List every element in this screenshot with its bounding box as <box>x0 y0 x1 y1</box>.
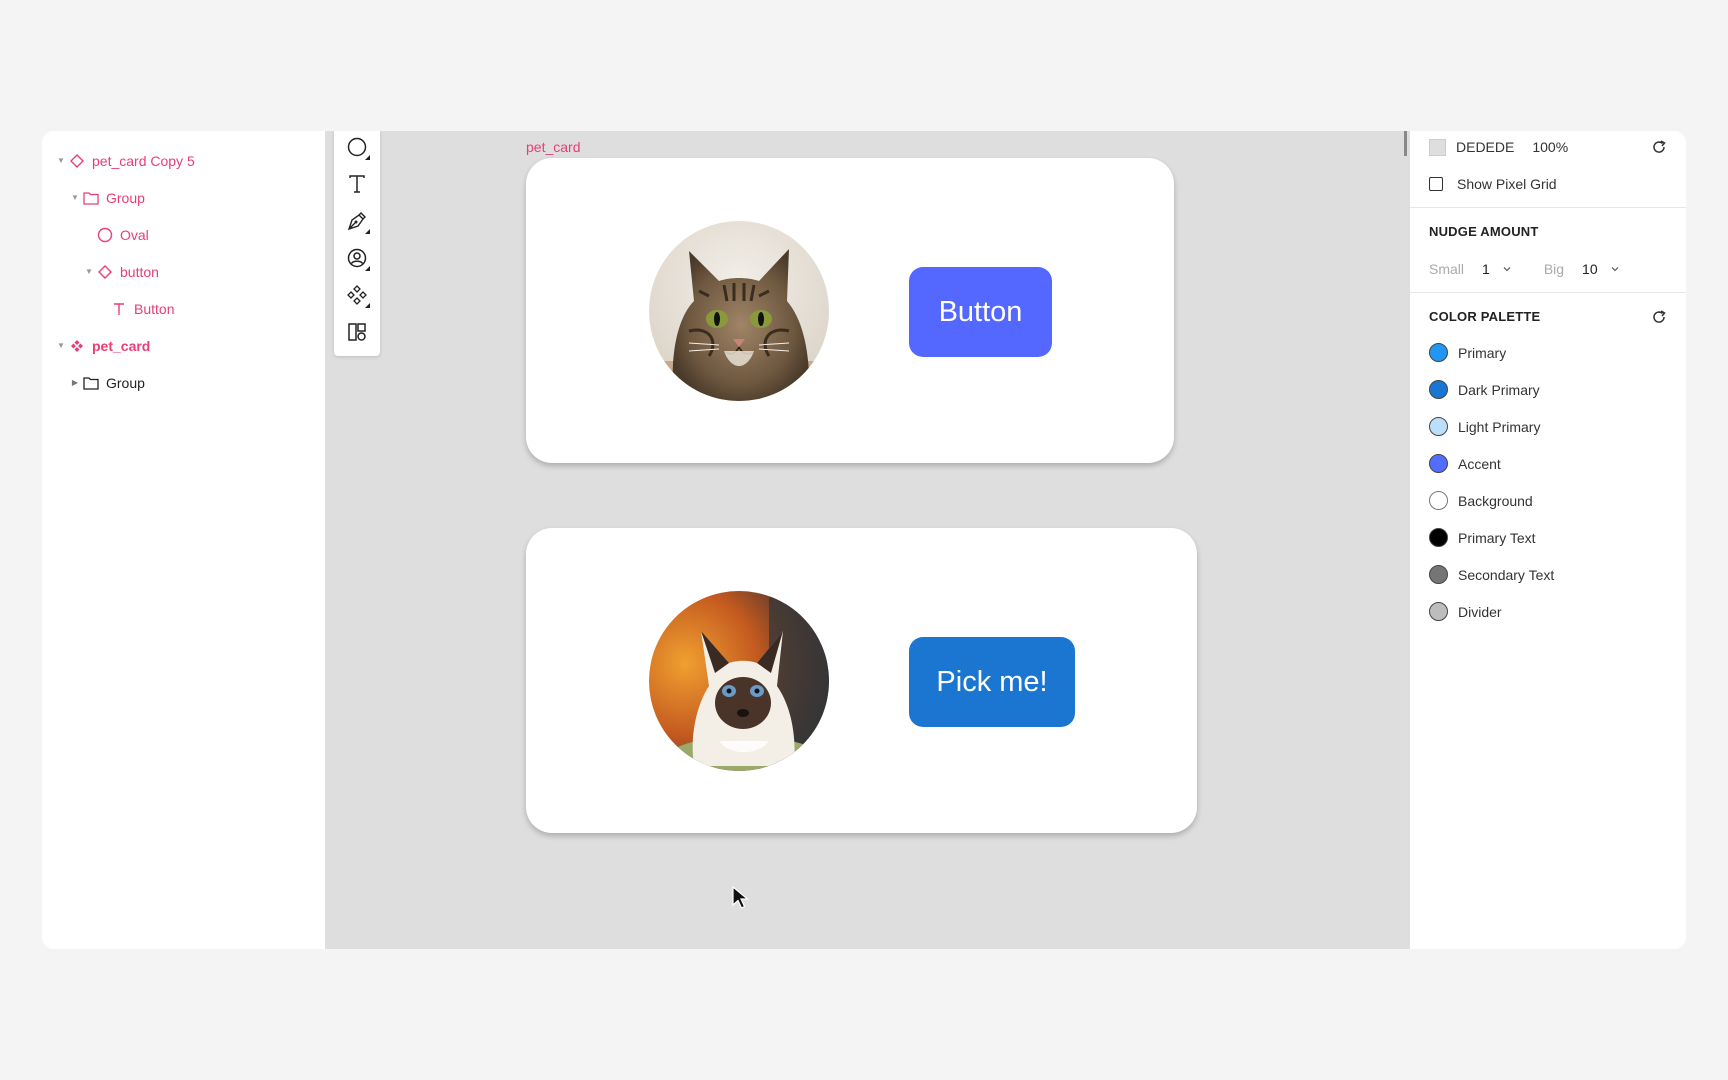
layer-label: Button <box>134 300 175 317</box>
palette-item-dark-primary[interactable]: Dark Primary <box>1429 380 1540 399</box>
layer-group[interactable]: ▼ Group <box>68 179 145 216</box>
nudge-small-label: Small <box>1429 261 1465 277</box>
component-instance-icon <box>96 263 114 281</box>
mouse-cursor-icon <box>732 886 750 909</box>
background-color-row[interactable]: DEDEDE 100% <box>1429 137 1568 157</box>
divider <box>1410 292 1686 293</box>
color-palette-title: COLOR PALETTE <box>1429 309 1541 324</box>
layer-label: Oval <box>120 226 149 243</box>
oval-tool-icon[interactable] <box>341 131 373 163</box>
nudge-row: Small 1 Big 10 <box>1429 259 1620 279</box>
tools-toolbar <box>334 131 380 356</box>
palette-item-background[interactable]: Background <box>1429 491 1533 510</box>
layer-label: button <box>120 263 159 280</box>
text-icon <box>110 300 128 318</box>
components-tool-icon[interactable] <box>341 279 373 311</box>
color-dot <box>1429 343 1448 362</box>
layer-label: pet_card Copy 5 <box>92 152 195 169</box>
caret-down-icon[interactable]: ▼ <box>82 265 96 279</box>
text-tool-icon[interactable] <box>341 168 373 200</box>
canvas-scrollbar[interactable] <box>1404 131 1407 156</box>
palette-label: Secondary Text <box>1458 566 1555 583</box>
palette-label: Light Primary <box>1458 418 1541 435</box>
palette-item-primary-text[interactable]: Primary Text <box>1429 528 1536 547</box>
tabby-cat-image <box>649 221 829 401</box>
divider <box>1410 207 1686 208</box>
palette-label: Background <box>1458 492 1533 509</box>
palette-item-light-primary[interactable]: Light Primary <box>1429 417 1540 436</box>
component-instance-icon <box>68 152 86 170</box>
color-dot <box>1429 565 1448 584</box>
caret-down-icon[interactable]: ▼ <box>68 191 82 205</box>
color-dot <box>1429 417 1448 436</box>
pixel-grid-label: Show Pixel Grid <box>1457 176 1557 192</box>
layer-group-2[interactable]: ▶ Group <box>68 364 145 401</box>
color-dot <box>1429 491 1448 510</box>
color-dot <box>1429 454 1448 473</box>
palette-label: Accent <box>1458 455 1501 472</box>
color-dot <box>1429 602 1448 621</box>
caret-down-icon[interactable]: ▼ <box>54 339 68 353</box>
layer-label: Group <box>106 374 145 391</box>
folder-icon <box>82 374 100 392</box>
palette-item-secondary-text[interactable]: Secondary Text <box>1429 565 1554 584</box>
properties-panel: DEDEDE 100% Show Pixel Grid NUDGE AMOUNT… <box>1410 131 1686 949</box>
color-dot <box>1429 380 1448 399</box>
design-canvas[interactable]: pet_card Button Pick me! <box>325 131 1410 949</box>
layer-pet-card[interactable]: ▼ pet_card <box>54 327 150 364</box>
layer-label: pet_card <box>92 337 151 354</box>
nudge-big-label: Big <box>1543 261 1565 277</box>
layer-pet-card-copy-5[interactable]: ▼ pet_card Copy 5 <box>54 142 195 179</box>
pet-card[interactable]: Button <box>526 158 1174 463</box>
layer-button-component[interactable]: ▼ button <box>82 253 159 290</box>
component-icon <box>68 337 86 355</box>
siamese-kitten-image <box>649 591 829 771</box>
pixel-grid-checkbox[interactable] <box>1429 177 1443 191</box>
chevron-down-icon[interactable] <box>1502 264 1512 274</box>
app-window: ▼ pet_card Copy 5 ▼ Group Oval ▼ button <box>42 131 1686 949</box>
background-hex[interactable]: DEDEDE <box>1456 139 1514 155</box>
pen-tool-icon[interactable] <box>341 205 373 237</box>
palette-label: Divider <box>1458 603 1502 620</box>
layer-label: Group <box>106 189 145 206</box>
color-dot <box>1429 528 1448 547</box>
chevron-down-icon[interactable] <box>1610 264 1620 274</box>
refresh-icon[interactable] <box>1650 138 1668 156</box>
layer-oval[interactable]: Oval <box>96 216 149 253</box>
folder-icon <box>82 189 100 207</box>
background-color-swatch[interactable] <box>1429 138 1446 156</box>
layer-button-text[interactable]: Button <box>110 290 174 327</box>
caret-down-icon[interactable]: ▼ <box>54 154 68 168</box>
nudge-big-select[interactable]: 10 <box>1582 261 1598 277</box>
caret-right-icon[interactable]: ▶ <box>68 376 82 390</box>
pick-me-button[interactable]: Pick me! <box>909 637 1075 727</box>
palette-item-accent[interactable]: Accent <box>1429 454 1501 473</box>
nudge-small-select[interactable]: 1 <box>1482 261 1490 277</box>
pixel-grid-row[interactable]: Show Pixel Grid <box>1429 174 1557 194</box>
nudge-amount-title: NUDGE AMOUNT <box>1429 224 1539 239</box>
palette-item-primary[interactable]: Primary <box>1429 343 1506 362</box>
layout-tool-icon[interactable] <box>341 316 373 348</box>
oval-icon <box>96 226 114 244</box>
avatar-tool-icon[interactable] <box>341 242 373 274</box>
background-opacity[interactable]: 100% <box>1532 139 1568 155</box>
palette-item-divider[interactable]: Divider <box>1429 602 1502 621</box>
palette-label: Dark Primary <box>1458 381 1540 398</box>
refresh-icon[interactable] <box>1650 308 1668 326</box>
palette-label: Primary <box>1458 344 1507 361</box>
layers-panel: ▼ pet_card Copy 5 ▼ Group Oval ▼ button <box>42 131 325 949</box>
frame-label[interactable]: pet_card <box>526 139 580 155</box>
pet-card-copy[interactable]: Pick me! <box>526 528 1197 833</box>
cat-button[interactable]: Button <box>909 267 1052 357</box>
palette-label: Primary Text <box>1458 529 1536 546</box>
